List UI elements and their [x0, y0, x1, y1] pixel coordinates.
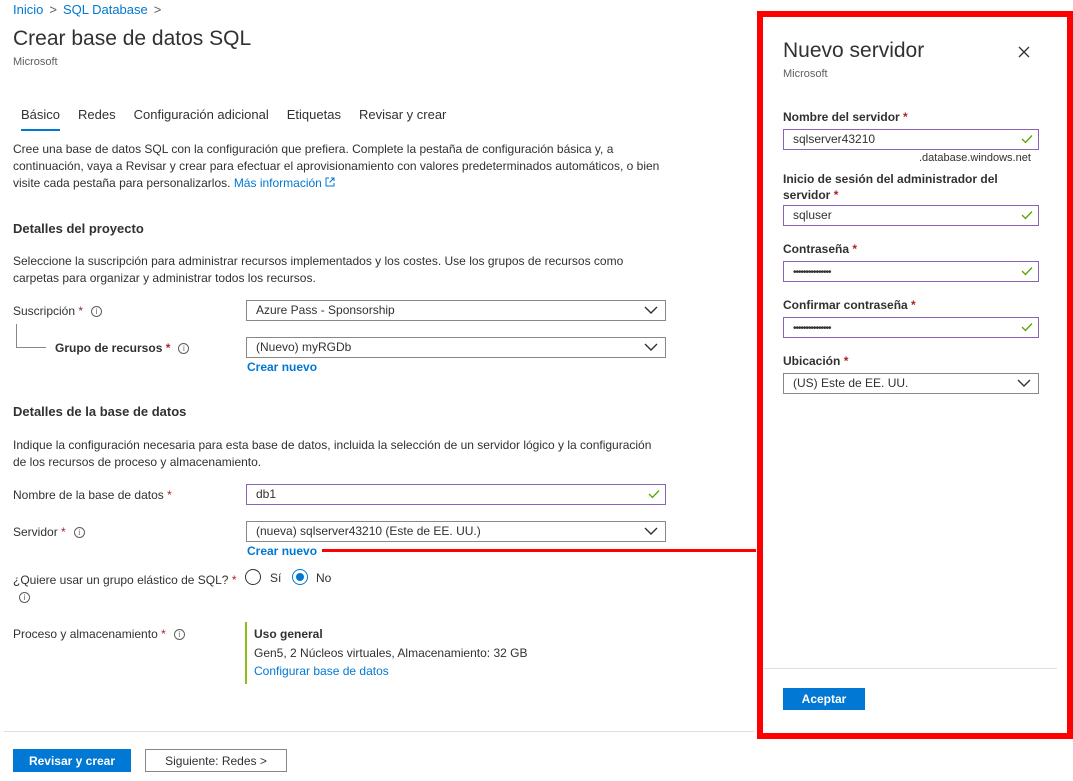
location-select[interactable]: (US) Este de EE. UU. [783, 373, 1039, 394]
chevron-down-icon [1017, 379, 1031, 387]
accept-button[interactable]: Aceptar [783, 688, 865, 710]
tab-redes[interactable]: Redes [69, 104, 125, 131]
database-name-label: Nombre de la base de datos * [13, 488, 172, 502]
database-details-heading: Detalles de la base de datos [13, 404, 187, 419]
footer-divider [4, 731, 754, 732]
checkmark-icon [1021, 211, 1033, 220]
confirm-password-label: Confirmar contraseña * [783, 298, 916, 312]
tab-revisar-y-crear[interactable]: Revisar y crear [350, 104, 455, 131]
breadcrumb-item-inicio[interactable]: Inicio [13, 2, 43, 17]
tab-etiquetas[interactable]: Etiquetas [278, 104, 350, 131]
checkmark-icon [648, 490, 660, 499]
password-label: Contraseña * [783, 242, 858, 256]
external-link-icon [325, 177, 335, 187]
breadcrumb: Inicio > SQL Database > [13, 2, 167, 17]
compute-accent-bar [245, 622, 247, 684]
highlight-connector [322, 549, 756, 552]
intro-text: Cree una base de datos SQL con la config… [13, 142, 660, 190]
password-input[interactable]: ••••••••••••••• [783, 261, 1039, 282]
elastic-pool-label: ¿Quiere usar un grupo elástico de SQL? * [13, 573, 237, 587]
configure-database-link[interactable]: Configurar base de datos [254, 664, 389, 678]
tree-line [16, 347, 46, 348]
page-subtitle: Microsoft [13, 56, 58, 68]
more-info-link[interactable]: Más información [234, 176, 335, 190]
subscription-select[interactable]: Azure Pass - Sponsorship [246, 300, 666, 321]
project-details-desc: Seleccione la suscripción para administr… [13, 254, 624, 285]
tree-line [16, 324, 17, 347]
elastic-pool-no-label: No [316, 571, 332, 585]
chevron-down-icon [644, 527, 658, 535]
resource-group-label: Grupo de recursos * i [55, 341, 190, 355]
elastic-pool-no-radio[interactable] [292, 569, 308, 585]
server-domain-suffix: .database.windows.net [919, 152, 1031, 164]
breadcrumb-item-sql-database[interactable]: SQL Database [63, 2, 148, 17]
admin-login-label: Inicio de sesión del administrador del s… [783, 172, 998, 202]
create-new-resource-group-link[interactable]: Crear nuevo [247, 360, 317, 374]
page-title: Crear base de datos SQL [13, 27, 252, 50]
confirm-password-input[interactable]: ••••••••••••••• [783, 317, 1039, 338]
database-details-desc: Indique la configuración necesaria para … [13, 438, 652, 469]
tab-basico[interactable]: Básico [12, 104, 69, 131]
server-name-label: Nombre del servidor * [783, 110, 908, 124]
info-icon[interactable]: i [19, 592, 30, 603]
project-details-heading: Detalles del proyecto [13, 221, 144, 236]
chevron-down-icon [644, 306, 658, 314]
subscription-label: Suscripción * i [13, 304, 103, 318]
elastic-pool-yes-radio[interactable] [245, 569, 261, 585]
info-icon[interactable]: i [73, 527, 85, 538]
elastic-pool-yes-label: Sí [270, 571, 282, 585]
info-icon[interactable]: i [173, 629, 185, 640]
checkmark-icon [1021, 267, 1033, 276]
panel-title: Nuevo servidor [783, 39, 925, 62]
tab-bar: Básico Redes Configuración adicional Eti… [12, 104, 455, 132]
server-name-input[interactable]: sqlserver43210 [783, 129, 1039, 150]
tab-configuracion-adicional[interactable]: Configuración adicional [125, 104, 278, 131]
review-create-button[interactable]: Revisar y crear [13, 749, 131, 772]
server-label: Servidor * i [13, 525, 85, 539]
chevron-down-icon [644, 343, 658, 351]
checkmark-icon [1021, 323, 1033, 332]
chevron-right-icon: > [153, 2, 162, 17]
location-label: Ubicación * [783, 354, 849, 368]
server-select[interactable]: (nueva) sqlserver43210 (Este de EE. UU.) [246, 521, 666, 542]
close-icon[interactable] [1016, 44, 1032, 60]
compute-storage-label: Proceso y almacenamiento * i [13, 627, 185, 641]
panel-footer-divider [764, 668, 1057, 669]
chevron-right-icon: > [49, 2, 57, 17]
database-name-input[interactable]: db1 [246, 484, 666, 505]
panel-subtitle: Microsoft [783, 68, 828, 80]
info-icon[interactable]: i [178, 343, 190, 354]
next-networking-button[interactable]: Siguiente: Redes > [145, 749, 287, 772]
compute-tier-desc: Gen5, 2 Núcleos virtuales, Almacenamient… [254, 646, 528, 660]
compute-tier-title: Uso general [254, 627, 323, 641]
info-icon[interactable]: i [91, 306, 103, 317]
create-new-server-link[interactable]: Crear nuevo [247, 544, 317, 558]
admin-login-input[interactable]: sqluser [783, 205, 1039, 226]
checkmark-icon [1021, 135, 1033, 144]
resource-group-select[interactable]: (Nuevo) myRGDb [246, 337, 666, 358]
